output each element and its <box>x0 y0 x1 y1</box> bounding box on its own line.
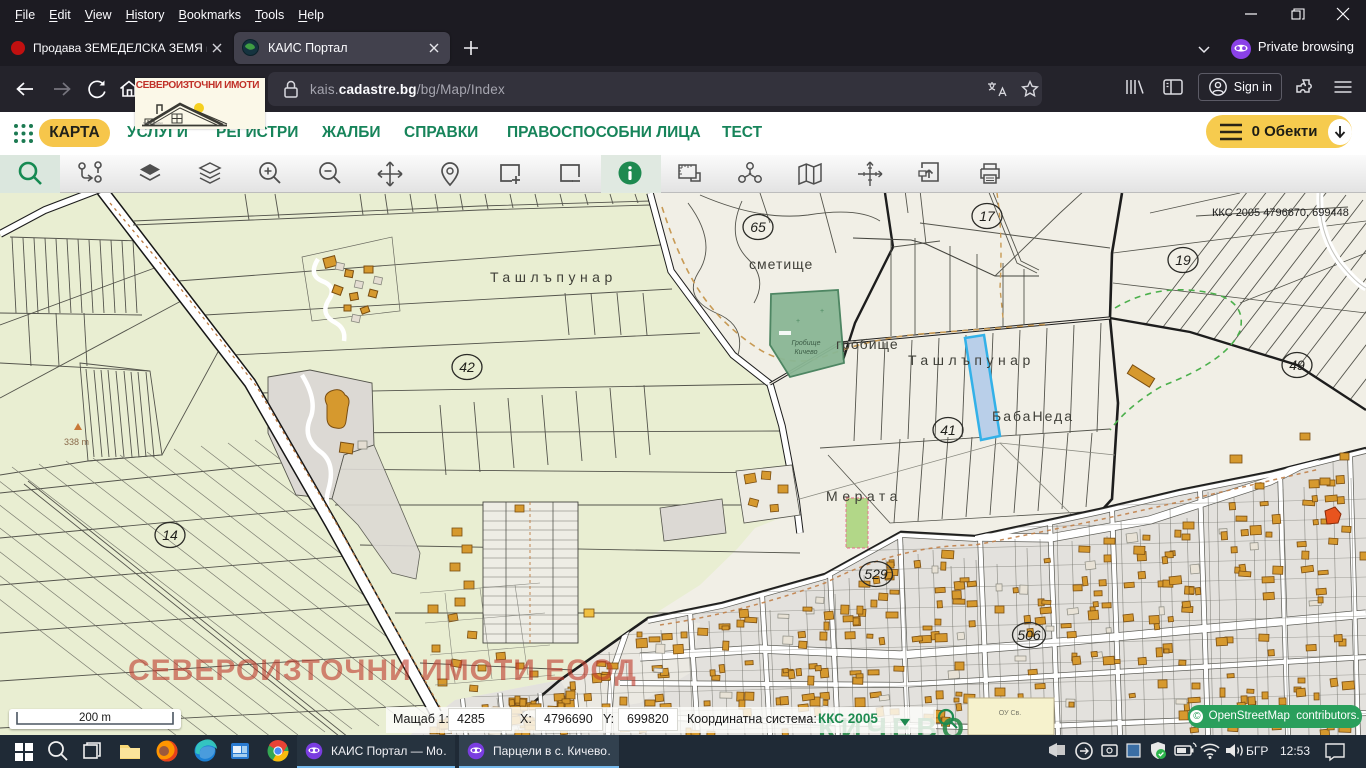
svg-text:506: 506 <box>1017 627 1041 643</box>
svg-text:19: 19 <box>1175 252 1191 268</box>
svg-text:41: 41 <box>940 422 956 438</box>
svg-text:ОУ Св.: ОУ Св. <box>999 710 1021 717</box>
svg-text:Ташлъпунар: Ташлъпунар <box>908 352 1035 368</box>
svg-text:БабаНеда: БабаНеда <box>992 408 1074 424</box>
svg-text:ККС 2005 4796670, 699448: ККС 2005 4796670, 699448 <box>1212 207 1349 219</box>
svg-text:529: 529 <box>864 566 888 582</box>
svg-text:338 m: 338 m <box>64 437 89 447</box>
svg-text:+: + <box>796 318 800 325</box>
svg-text:гробище: гробище <box>836 336 899 352</box>
svg-text:Severoiztochni: Severoiztochni <box>143 121 163 125</box>
svg-text:Кичево: Кичево <box>795 349 818 356</box>
svg-text:СЕВЕРОИЗТОЧНИ ИМОТИ ЕООД: СЕВЕРОИЗТОЧНИ ИМОТИ ЕООД <box>128 654 637 687</box>
svg-text:Ташлъпунар: Ташлъпунар <box>490 269 617 285</box>
svg-text:14: 14 <box>162 527 178 543</box>
svg-text:65: 65 <box>750 219 766 235</box>
svg-text:Мерата: Мерата <box>826 488 902 504</box>
svg-text:49: 49 <box>1289 357 1305 373</box>
svg-text:Гробище: Гробище <box>792 339 821 347</box>
svg-text:42: 42 <box>459 359 475 375</box>
svg-text:+: + <box>820 308 824 315</box>
svg-text:17: 17 <box>979 208 996 224</box>
svg-text:сметище: сметище <box>749 256 813 272</box>
